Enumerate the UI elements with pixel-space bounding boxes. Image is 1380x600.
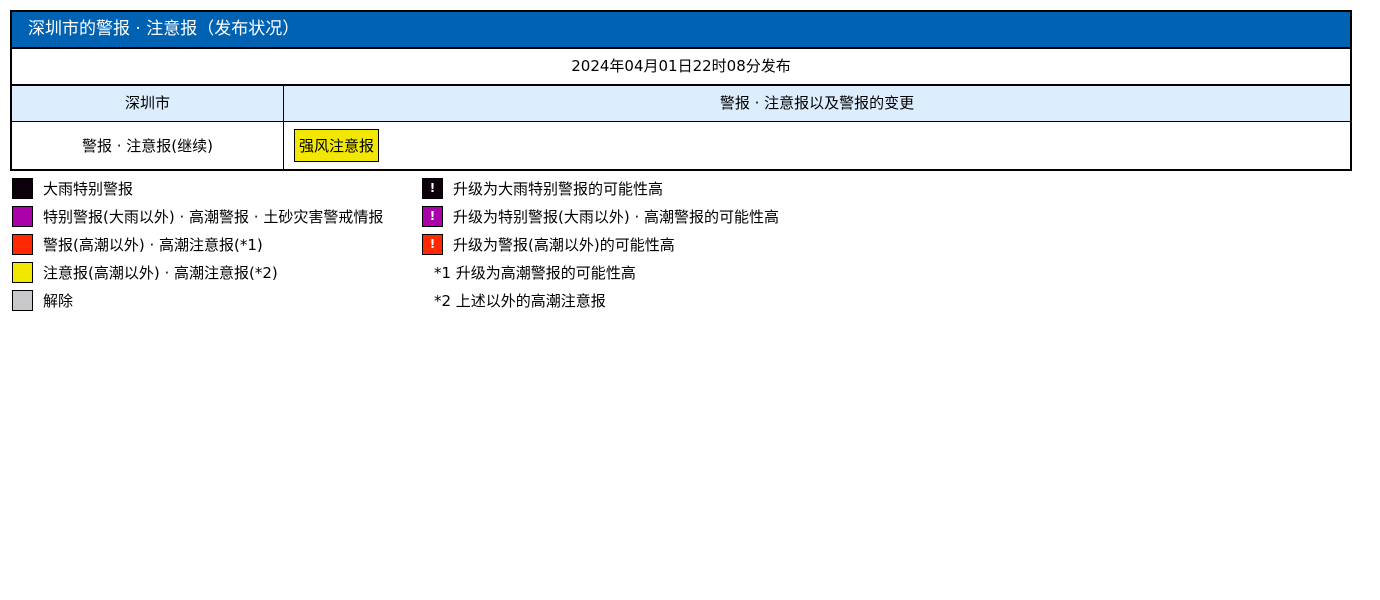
legend-item: 特别警报(大雨以外) · 高潮警报 · 土砂灾害警戒情报 xyxy=(12,202,383,230)
strong-wind-advisory-badge[interactable]: 强风注意报 xyxy=(294,129,380,162)
alert-table: 深圳市 警报 · 注意报以及警报的变更 警报 · 注意报(继续) 强风注意报 xyxy=(12,86,1350,169)
legend-item: 大雨特别警报 xyxy=(12,174,383,202)
legend-levels: 大雨特别警报 特别警报(大雨以外) · 高潮警报 · 土砂灾害警戒情报 警报(高… xyxy=(12,174,383,314)
legend-label: 注意报(高潮以外) · 高潮注意报(*2) xyxy=(43,263,278,282)
legend-item: ! 升级为大雨特别警报的可能性高 xyxy=(422,174,779,202)
exclamation-icon: ! xyxy=(422,177,443,199)
legend-swatch-icon xyxy=(12,233,33,255)
legend-swatch-icon xyxy=(12,205,33,227)
legend-label: 特别警报(大雨以外) · 高潮警报 · 土砂灾害警戒情报 xyxy=(43,207,384,226)
legend-item: ! 升级为特别警报(大雨以外) · 高潮警报的可能性高 xyxy=(422,202,779,230)
legend-label: 大雨特别警报 xyxy=(43,179,134,198)
legend-swatch-icon xyxy=(12,261,33,283)
legend-label: 警报(高潮以外) · 高潮注意报(*1) xyxy=(43,235,263,254)
legend-item: 注意报(高潮以外) · 高潮注意报(*2) xyxy=(12,258,383,286)
legend-label: 解除 xyxy=(43,291,74,310)
exclamation-icon: ! xyxy=(422,205,443,227)
legend-note: *1 升级为高潮警报的可能性高 xyxy=(434,263,636,282)
issued-time: 2024年04月01日22时08分发布 xyxy=(12,49,1350,86)
legend-item: ! 升级为警报(高潮以外)的可能性高 xyxy=(422,230,779,258)
legend-swatch-icon xyxy=(12,177,33,199)
exclamation-icon: ! xyxy=(422,233,443,255)
legend-label: 升级为大雨特别警报的可能性高 xyxy=(453,179,664,198)
alert-cell: 强风注意报 xyxy=(284,122,1350,169)
legend-possibility: ! 升级为大雨特别警报的可能性高 ! 升级为特别警报(大雨以外) · 高潮警报的… xyxy=(422,174,779,314)
legend-swatch-icon xyxy=(12,289,33,311)
legend-label: 升级为警报(高潮以外)的可能性高 xyxy=(453,235,675,254)
warning-panel: 深圳市的警报 · 注意报（发布状况） 2024年04月01日22时08分发布 深… xyxy=(10,10,1352,171)
row-label-continuing: 警报 · 注意报(继续) xyxy=(12,122,284,169)
legend-label: 升级为特别警报(大雨以外) · 高潮警报的可能性高 xyxy=(453,207,780,226)
legend-item: 警报(高潮以外) · 高潮注意报(*1) xyxy=(12,230,383,258)
legend-note: *2 上述以外的高潮注意报 xyxy=(434,291,606,310)
legend-item: 解除 xyxy=(12,286,383,314)
panel-title: 深圳市的警报 · 注意报（发布状况） xyxy=(12,12,1350,49)
column-header-alerts: 警报 · 注意报以及警报的变更 xyxy=(284,86,1350,122)
column-header-region: 深圳市 xyxy=(12,86,284,122)
